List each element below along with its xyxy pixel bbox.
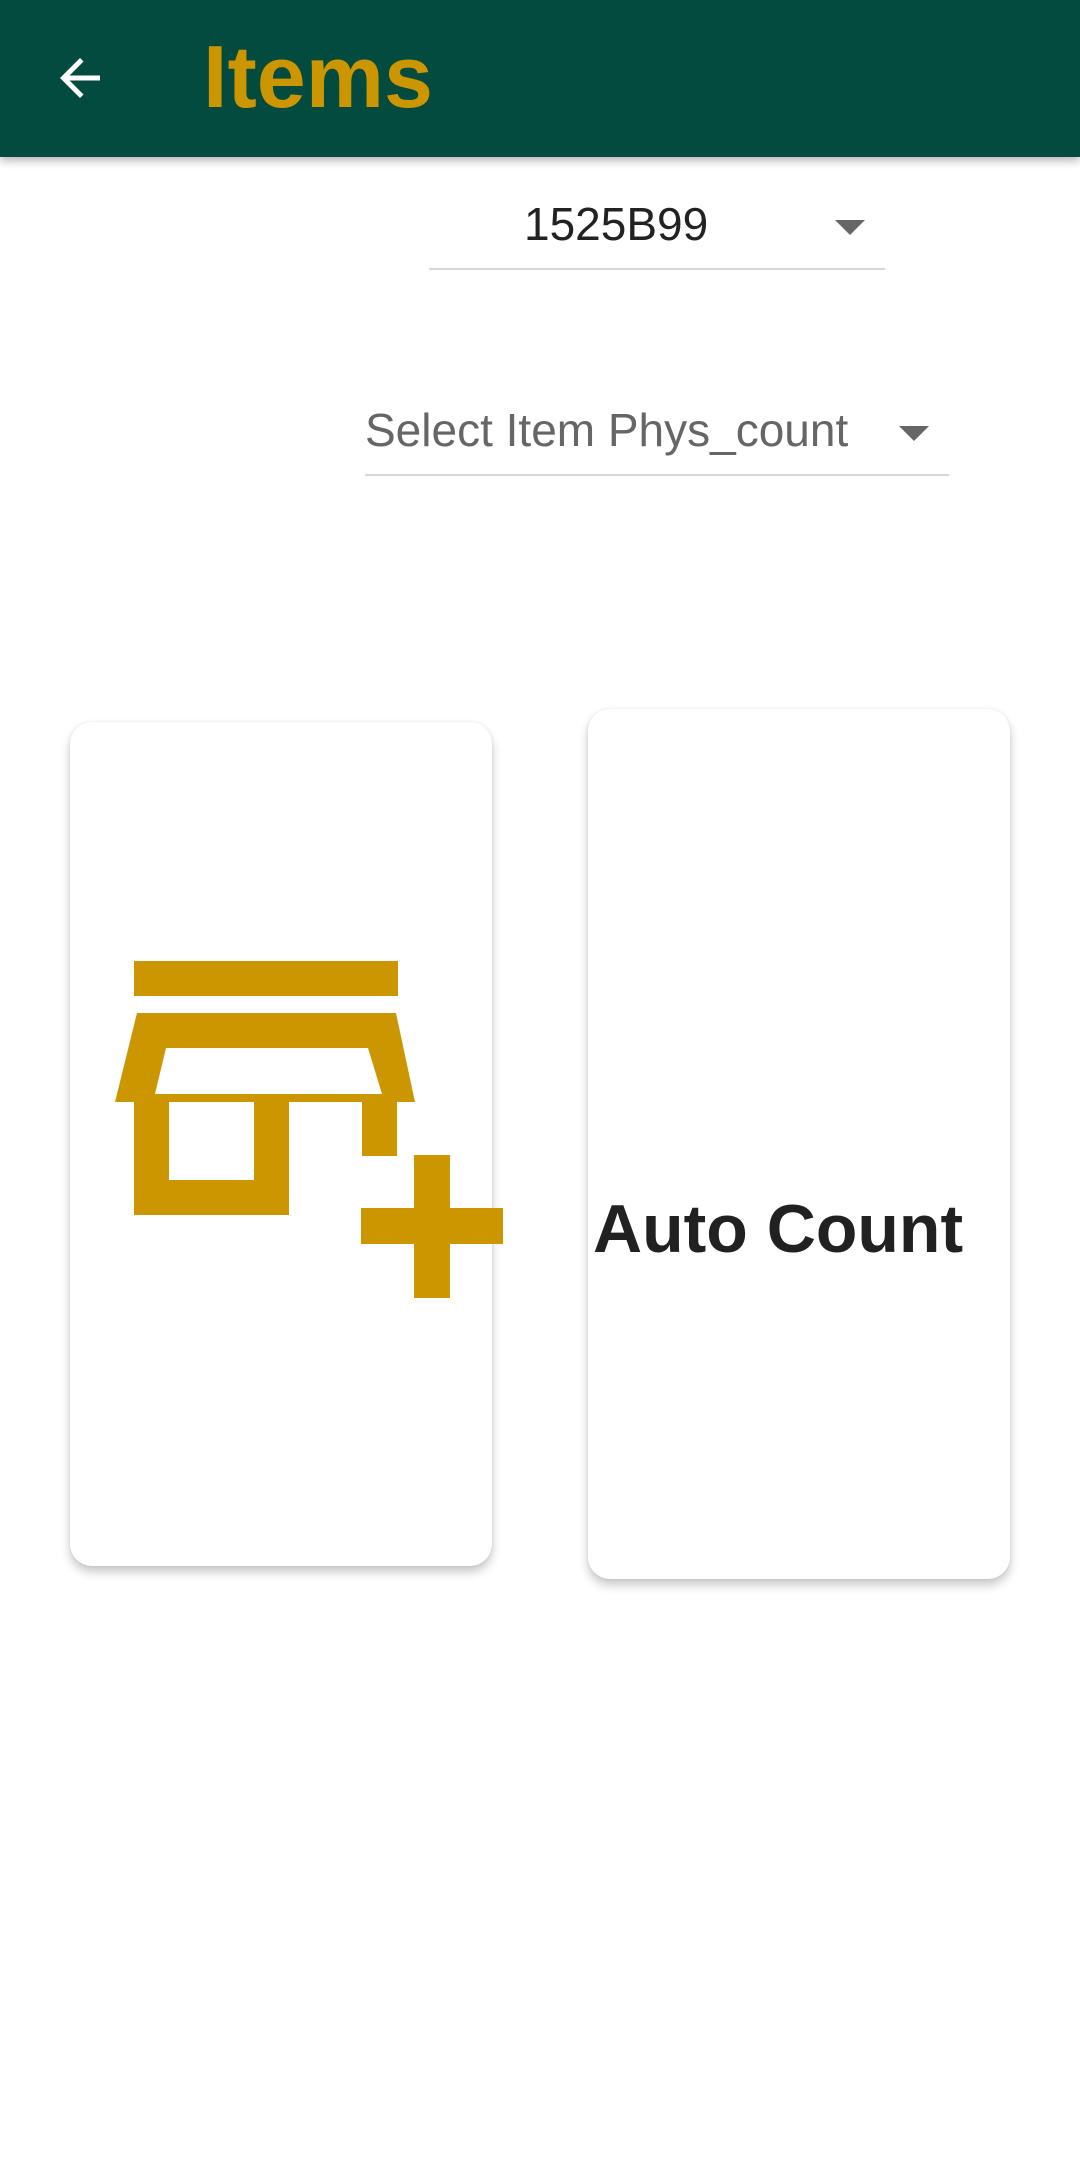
site-dropdown[interactable]: 1525B99 (429, 180, 885, 270)
app-bar: Items (0, 0, 1080, 157)
item-dropdown[interactable]: Select Item Phys_count (365, 386, 949, 476)
auto-count-label: Auto Count (593, 1191, 964, 1267)
dropdown-arrow-icon (835, 220, 865, 235)
add-business-icon (115, 961, 503, 1298)
back-button[interactable] (40, 38, 120, 118)
auto-count-card[interactable] (588, 709, 1010, 1579)
arrow-back-icon (60, 58, 100, 98)
dropdown-arrow-icon (899, 426, 929, 441)
item-dropdown-placeholder: Select Item Phys_count (365, 404, 849, 456)
site-dropdown-value: 1525B99 (524, 198, 709, 250)
items-screen: Items 1525B99 Select Item Phys_count Aut… (0, 0, 1080, 2177)
page-title: Items (203, 27, 433, 126)
